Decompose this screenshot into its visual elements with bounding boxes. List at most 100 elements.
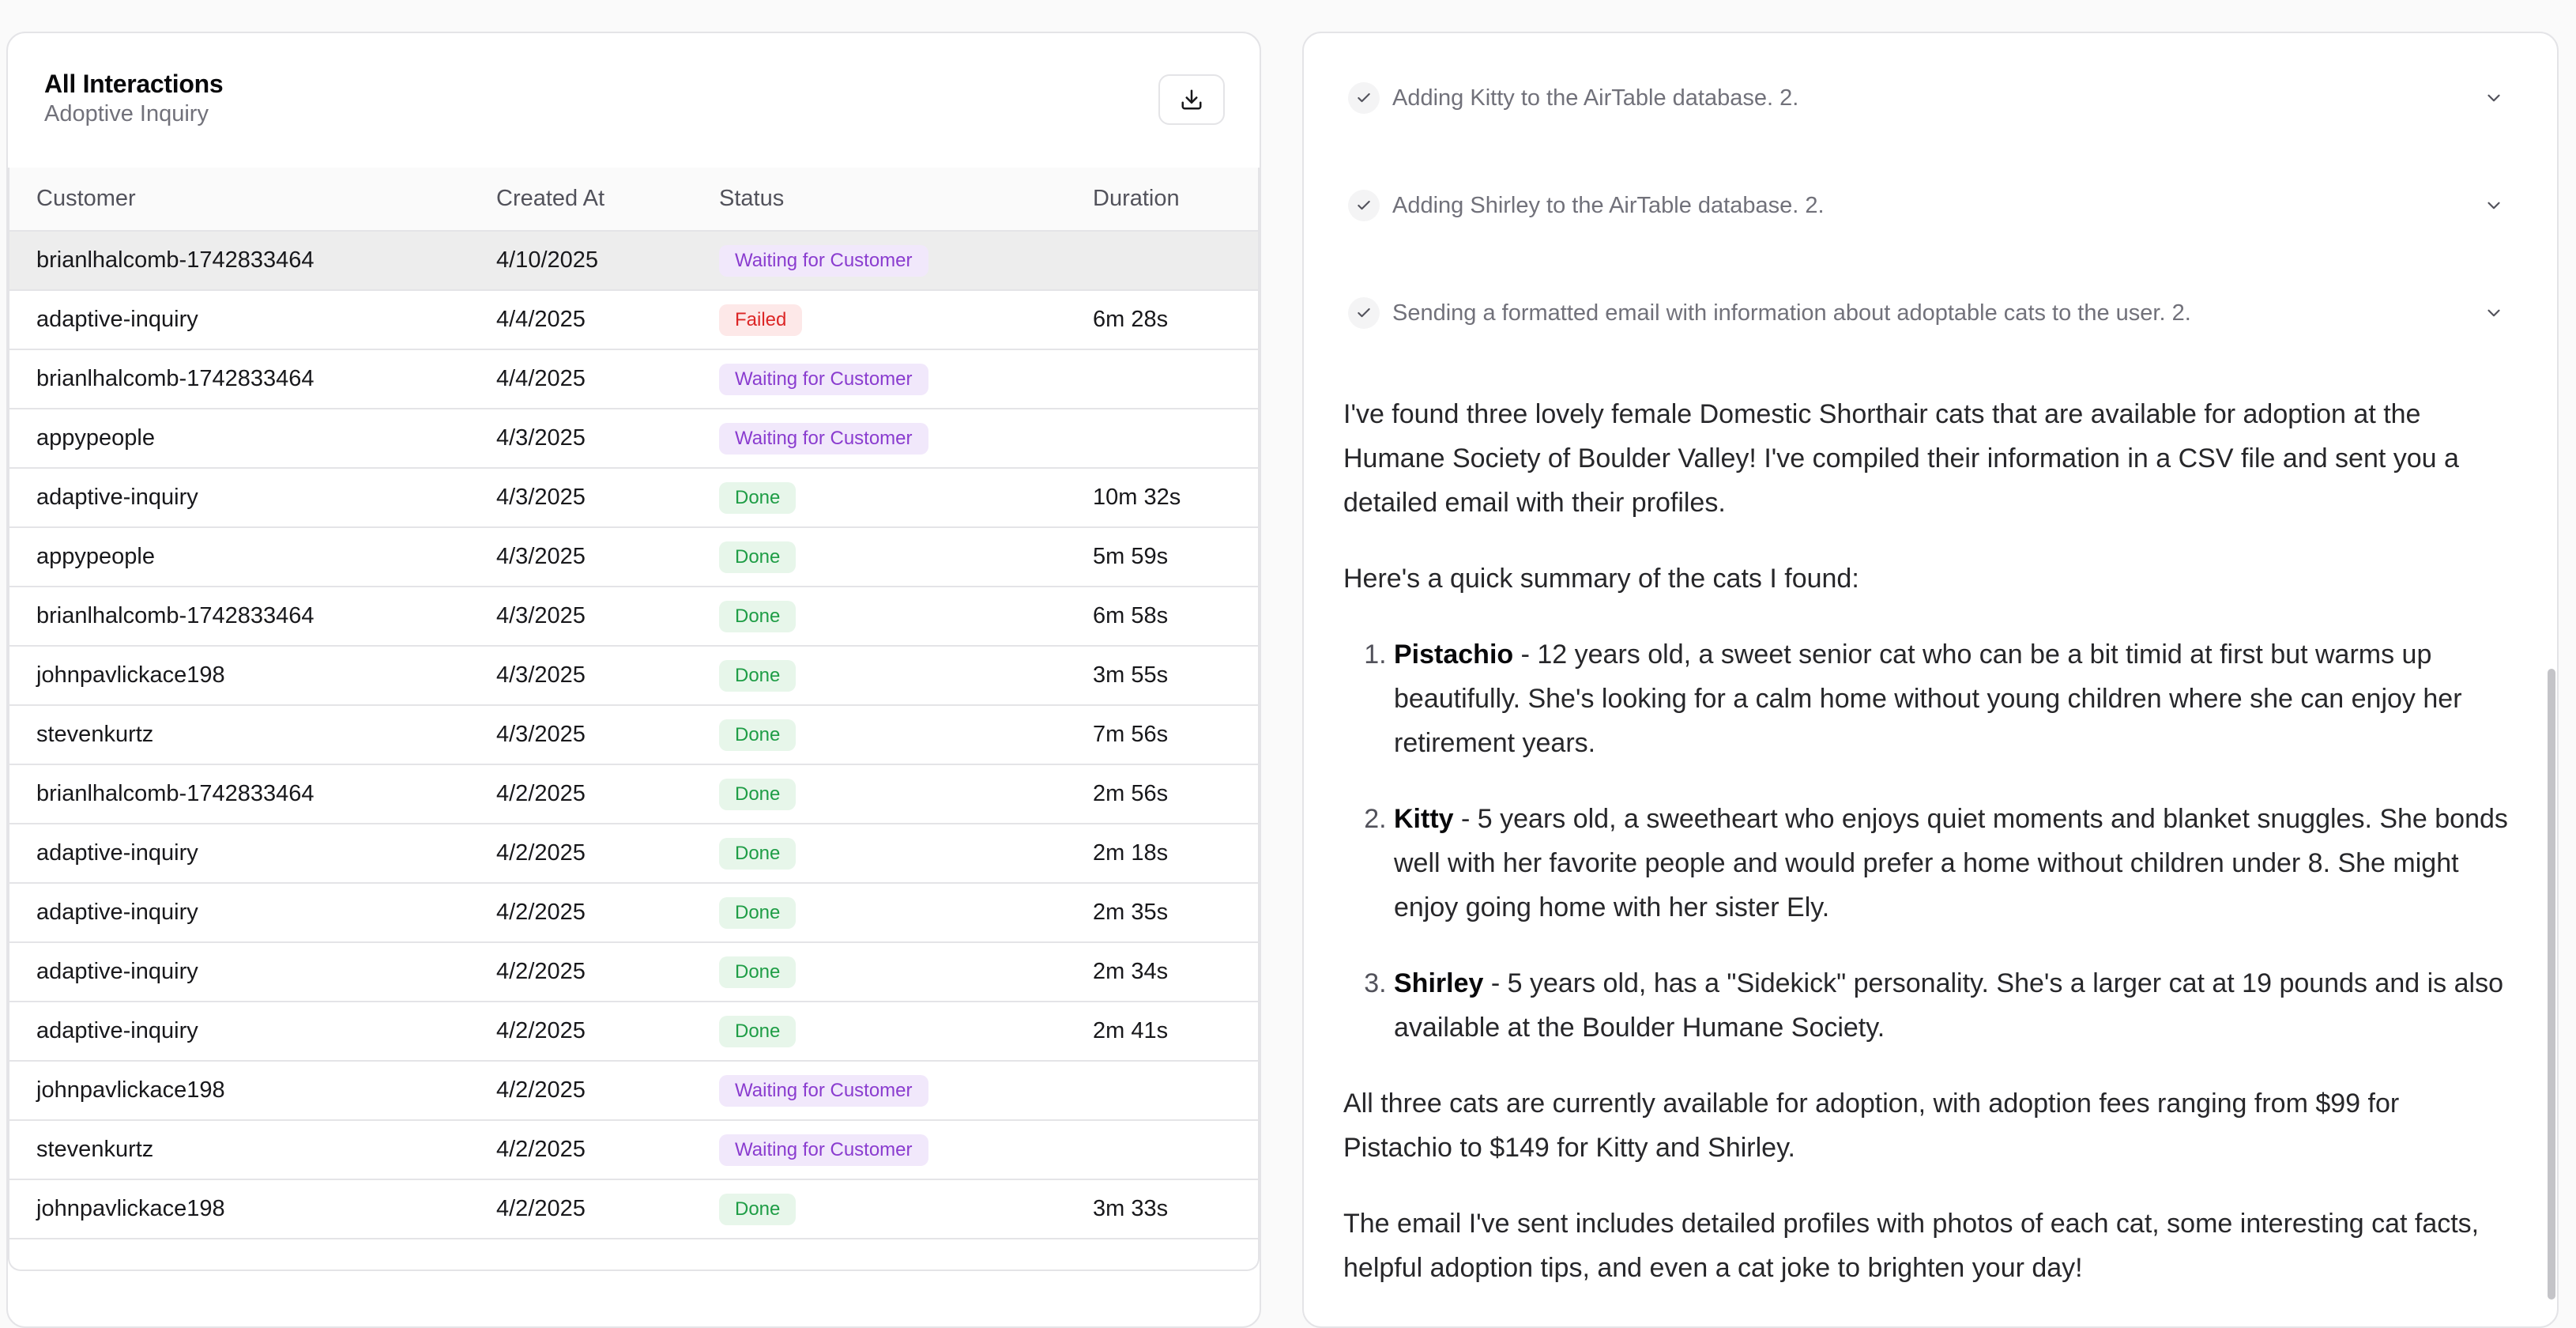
table-row[interactable]: johnpavlickace198 4/2/2025 Waiting for Cus… — [9, 1061, 1258, 1120]
step-sending-email[interactable]: Sending a formatted email with informati… — [1348, 289, 2510, 337]
status-badge: Done — [719, 600, 797, 632]
table-header-row: Customer Created At Status Duration — [9, 168, 1258, 232]
cell-duration: 2m 18s — [1093, 840, 1169, 866]
chevron-down-icon[interactable] — [2478, 190, 2510, 221]
table-row[interactable]: adaptive-inquiry 4/4/2025 Failed 6m 28s — [9, 290, 1258, 349]
check-icon — [1348, 82, 1380, 114]
table-row[interactable]: brianlhalcomb-1742833464 4/4/2025 Waiting … — [9, 349, 1258, 409]
cell-customer: appypeople — [36, 544, 155, 569]
cell-status: Done — [719, 705, 1093, 764]
table-row[interactable]: brianlhalcomb-1742833464 4/10/2025 Waiting… — [9, 231, 1258, 290]
list-item: Pistachio - 12 years old, a sweet senior… — [1394, 632, 2513, 765]
cell-customer: adaptive-inquiry — [36, 900, 198, 925]
status-badge: Done — [719, 896, 797, 929]
step-adding-shirley[interactable]: Adding Shirley to the AirTable database.… — [1348, 182, 2510, 229]
cell-customer: brianlhalcomb-1742833464 — [36, 781, 314, 806]
cell-customer: appypeople — [36, 425, 155, 451]
cell-duration: 3m 33s — [1093, 1196, 1169, 1221]
status-badge: Waiting for Customer — [719, 422, 928, 455]
table-body: brianlhalcomb-1742833464 4/10/2025 Waiting… — [9, 231, 1258, 1239]
cell-created-at: 4/4/2025 — [496, 307, 586, 332]
cell-duration: 10m 32s — [1093, 485, 1181, 510]
status-badge: Done — [719, 659, 797, 692]
cell-status: Done — [719, 1002, 1093, 1061]
conversation-panel: Adding Kitty to the AirTable database. 2… — [1302, 32, 2559, 1328]
cat-description: - 5 years old, a sweetheart who enjoys q… — [1394, 804, 2508, 922]
interactions-table: Customer Created At Status Duration bria… — [9, 168, 1258, 1239]
cell-created-at: 4/2/2025 — [496, 1077, 586, 1103]
status-badge: Failed — [719, 304, 803, 336]
table-row[interactable]: adaptive-inquiry 4/2/2025 Done 2m 34s — [9, 942, 1258, 1002]
cell-duration — [1093, 409, 1258, 468]
cell-customer: johnpavlickace198 — [36, 662, 225, 688]
message-summary-lead: Here's a quick summary of the cats I fou… — [1343, 564, 1859, 594]
cell-customer: stevenkurtz — [36, 1137, 154, 1162]
step-label: Sending a formatted email with informati… — [1392, 300, 2191, 326]
table-row[interactable]: adaptive-inquiry 4/2/2025 Done 2m 35s — [9, 883, 1258, 942]
panel-subtitle: Adoptive Inquiry — [44, 101, 209, 126]
cat-list: Pistachio - 12 years old, a sweet senior… — [1343, 632, 2513, 1050]
message-intro: I've found three lovely female Domestic … — [1343, 399, 2459, 518]
cell-created-at: 4/3/2025 — [496, 662, 586, 688]
cell-status: Done — [719, 1179, 1093, 1239]
cell-duration: 7m 56s — [1093, 722, 1169, 747]
column-header-created-at[interactable]: Created At — [496, 168, 719, 232]
column-header-duration[interactable]: Duration — [1093, 168, 1258, 232]
cell-duration: 6m 28s — [1093, 307, 1169, 332]
status-badge: Done — [719, 719, 797, 751]
table-row[interactable]: brianlhalcomb-1742833464 4/2/2025 Done 2m 5… — [9, 764, 1258, 824]
cell-created-at: 4/2/2025 — [496, 959, 586, 984]
list-item: Kitty - 5 years old, a sweetheart who en… — [1394, 797, 2513, 930]
chevron-down-icon[interactable] — [2478, 297, 2510, 329]
list-item: Shirley - 5 years old, has a "Sidekick" … — [1394, 961, 2513, 1050]
cell-status: Done — [719, 527, 1093, 587]
message-fees: All three cats are currently available f… — [1343, 1088, 2400, 1163]
table-row[interactable]: adaptive-inquiry 4/2/2025 Done 2m 18s — [9, 824, 1258, 883]
column-header-status[interactable]: Status — [719, 168, 1093, 232]
status-badge: Done — [719, 541, 797, 573]
cell-status: Done — [719, 587, 1093, 646]
cell-customer: brianlhalcomb-1742833464 — [36, 247, 314, 273]
status-badge: Done — [719, 837, 797, 870]
download-button[interactable] — [1158, 74, 1225, 125]
status-badge: Waiting for Customer — [719, 244, 928, 277]
scrollbar-thumb[interactable] — [2548, 669, 2555, 1300]
cell-duration — [1093, 1120, 1258, 1179]
cell-created-at: 4/3/2025 — [496, 485, 586, 510]
step-adding-kitty[interactable]: Adding Kitty to the AirTable database. 2… — [1348, 74, 2510, 122]
cell-customer: adaptive-inquiry — [36, 485, 198, 510]
cell-created-at: 4/4/2025 — [496, 366, 586, 391]
cell-customer: brianlhalcomb-1742833464 — [36, 366, 314, 391]
table-row[interactable]: appypeople 4/3/2025 Done 5m 59s — [9, 527, 1258, 587]
cat-name: Shirley — [1394, 968, 1484, 998]
table-row[interactable]: appypeople 4/3/2025 Waiting for Customer — [9, 409, 1258, 468]
column-header-customer[interactable]: Customer — [9, 168, 496, 232]
cell-customer: johnpavlickace198 — [36, 1077, 225, 1103]
cell-status: Waiting for Customer — [719, 349, 1093, 409]
cell-duration: 5m 59s — [1093, 544, 1169, 569]
table-row[interactable]: adaptive-inquiry 4/2/2025 Done 2m 41s — [9, 1002, 1258, 1061]
cell-created-at: 4/2/2025 — [496, 1137, 586, 1162]
cell-duration: 3m 55s — [1093, 662, 1169, 688]
cell-created-at: 4/2/2025 — [496, 840, 586, 866]
cell-status: Waiting for Customer — [719, 231, 1093, 290]
chevron-down-icon[interactable] — [2478, 82, 2510, 114]
download-icon — [1181, 89, 1202, 110]
table-row[interactable]: johnpavlickace198 4/2/2025 Done 3m 33s — [9, 1179, 1258, 1239]
table-row[interactable]: brianlhalcomb-1742833464 4/3/2025 Done 6m 5… — [9, 587, 1258, 646]
cell-status: Done — [719, 764, 1093, 824]
cell-customer: stevenkurtz — [36, 722, 154, 747]
cell-duration: 2m 35s — [1093, 900, 1169, 925]
status-badge: Waiting for Customer — [719, 1074, 928, 1107]
cell-customer: adaptive-inquiry — [36, 307, 198, 332]
cell-created-at: 4/3/2025 — [496, 425, 586, 451]
table-row[interactable]: johnpavlickace198 4/3/2025 Done 3m 55s — [9, 646, 1258, 705]
cell-duration — [1093, 349, 1258, 409]
table-row[interactable]: adaptive-inquiry 4/3/2025 Done 10m 32s — [9, 468, 1258, 527]
cell-status: Done — [719, 824, 1093, 883]
cell-duration: 2m 56s — [1093, 781, 1169, 806]
table-row[interactable]: stevenkurtz 4/3/2025 Done 7m 56s — [9, 705, 1258, 764]
cell-duration — [1093, 231, 1258, 290]
table-row[interactable]: stevenkurtz 4/2/2025 Waiting for Customer — [9, 1120, 1258, 1179]
assistant-message: I've found three lovely female Domestic … — [1343, 392, 2513, 1322]
